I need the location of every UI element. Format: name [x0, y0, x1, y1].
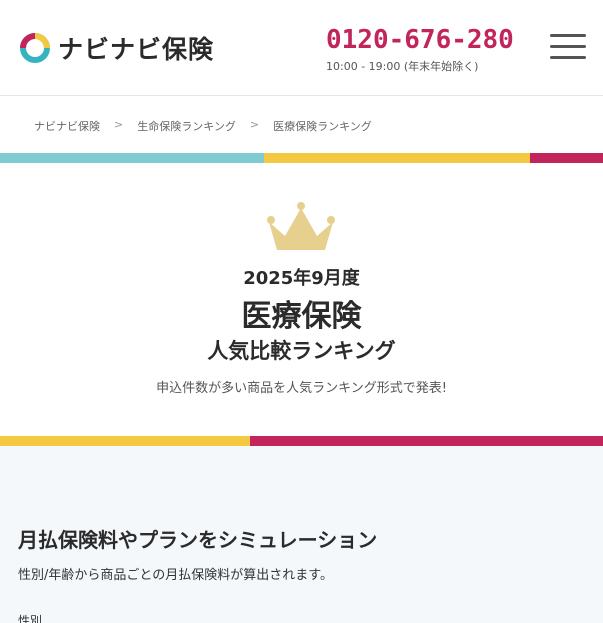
site-header: ナビナビ保険 0120-676-280 10:00 - 19:00 (年末年始除…: [0, 0, 603, 96]
breadcrumb-item-home[interactable]: ナビナビ保険: [34, 118, 100, 134]
simulation-description: 性別/年齢から商品ごとの月払保険料が算出されます。: [18, 568, 333, 583]
decorative-stripe-bottom: [0, 436, 603, 446]
page-title: 医療保険: [241, 299, 362, 334]
business-hours: 10:00 - 19:00 (年末年始除く): [326, 60, 479, 73]
breadcrumb: ナビナビ保険 > 生命保険ランキング > 医療保険ランキング: [34, 118, 372, 134]
ranking-period: 2025年9月度: [243, 268, 360, 289]
crown-icon: [265, 200, 337, 254]
simulation-section: 月払保険料やプランをシミュレーション 性別/年齢から商品ごとの月払保険料が算出さ…: [0, 446, 603, 623]
logo-ring-icon: [18, 31, 52, 65]
decorative-stripe-top: [0, 153, 603, 163]
gender-label: 性別: [18, 614, 43, 623]
breadcrumb-separator: >: [114, 118, 124, 131]
hero-description: 申込件数が多い商品を人気ランキング形式で発表!: [156, 381, 447, 396]
page-subtitle: 人気比較ランキング: [207, 339, 396, 363]
ranking-hero: 2025年9月度 医療保険 人気比較ランキング 申込件数が多い商品を人気ランキン…: [0, 163, 603, 436]
logo-text: ナビナビ保険: [58, 35, 215, 64]
contact-block: 0120-676-280 10:00 - 19:00 (年末年始除く): [326, 24, 526, 74]
hamburger-menu-icon[interactable]: [550, 34, 586, 62]
simulation-title: 月払保険料やプランをシミュレーション: [18, 528, 378, 552]
breadcrumb-separator: >: [249, 118, 260, 131]
site-logo[interactable]: ナビナビ保険: [18, 30, 214, 66]
phone-number[interactable]: 0120-676-280: [326, 24, 526, 56]
breadcrumb-item-life-insurance[interactable]: 生命保険ランキング: [137, 118, 236, 134]
breadcrumb-item-current: 医療保険ランキング: [273, 120, 372, 133]
